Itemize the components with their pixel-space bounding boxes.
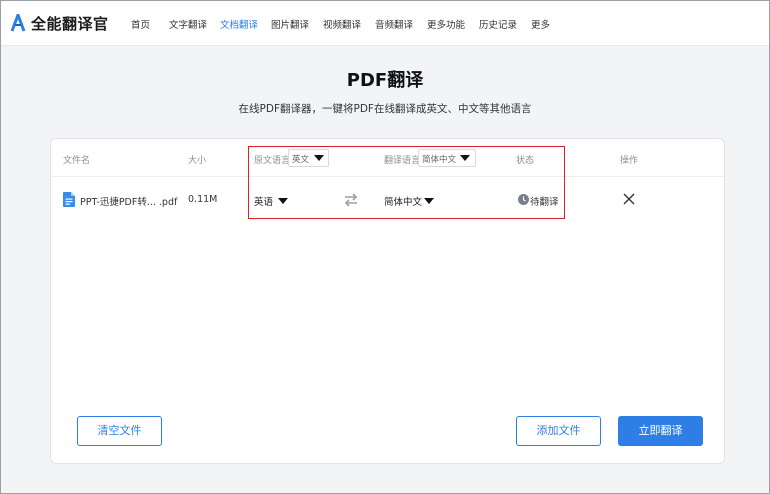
source-language-value: 英语	[254, 197, 274, 208]
file-name: PPT-迅捷PDF转... .pdf	[80, 197, 178, 208]
nav-item-history[interactable]: 历史记录	[479, 17, 517, 31]
target-language-value: 简体中文	[384, 197, 423, 208]
file-size: 0.11M	[188, 194, 218, 205]
header-status: 状态	[516, 156, 535, 166]
status-text: 待翻译	[530, 197, 559, 208]
nav-item-image-translate[interactable]: 图片翻译	[271, 17, 309, 31]
header-source-select-value: 英文	[292, 155, 310, 165]
chevron-down-icon	[460, 155, 470, 161]
nav-item-document-translate[interactable]: 文档翻译	[220, 17, 258, 31]
nav-item-more-features[interactable]: 更多功能	[427, 17, 465, 31]
table-header: 文件名 大小 原文语言 英文 翻译语言 简体中文 状态 操作	[51, 139, 724, 177]
header-source-language: 原文语言	[254, 156, 291, 166]
header-action: 操作	[620, 156, 639, 166]
file-list-card: 文件名 大小 原文语言 英文 翻译语言 简体中文 状态 操作 PPT-迅捷PDF…	[50, 138, 725, 464]
target-language-select[interactable]: 简体中文	[384, 194, 436, 208]
nav-item-more[interactable]: 更多	[531, 17, 550, 31]
close-icon[interactable]	[623, 193, 635, 205]
nav-item-audio-translate[interactable]: 音频翻译	[375, 17, 413, 31]
add-file-button[interactable]: 添加文件	[516, 416, 601, 446]
top-navbar: 全能翻译官 首页 文字翻译 文档翻译 图片翻译 视频翻译 音频翻译 更多功能 历…	[1, 1, 769, 46]
page-title: PDF翻译	[346, 70, 424, 91]
header-target-language: 翻译语言	[384, 156, 421, 166]
clock-icon	[518, 194, 529, 205]
file-pdf-icon	[63, 192, 75, 207]
header-size: 大小	[188, 156, 207, 166]
translate-now-button[interactable]: 立即翻译	[618, 416, 703, 446]
nav-item-text-translate[interactable]: 文字翻译	[169, 17, 207, 31]
page-subtitle: 在线PDF翻译器，一键将PDF在线翻译成英文、中文等其他语言	[238, 103, 532, 115]
header-target-language-select[interactable]: 简体中文	[418, 149, 476, 167]
swap-icon[interactable]	[343, 193, 359, 207]
nav-item-home[interactable]: 首页	[131, 17, 150, 31]
app-logo-text[interactable]: 全能翻译官	[31, 13, 109, 34]
header-file-name: 文件名	[63, 156, 91, 166]
chevron-down-icon	[314, 155, 324, 161]
chevron-down-icon	[278, 198, 288, 204]
table-row: PPT-迅捷PDF转... .pdf 0.11M 英语 简体中文 待翻译	[51, 179, 724, 223]
chevron-down-icon	[424, 198, 434, 204]
logo-icon	[10, 14, 26, 32]
header-target-select-value: 简体中文	[422, 155, 457, 165]
header-source-language-select[interactable]: 英文	[288, 149, 329, 167]
source-language-select[interactable]: 英语	[254, 194, 294, 208]
clear-files-button[interactable]: 清空文件	[77, 416, 162, 446]
nav-item-video-translate[interactable]: 视频翻译	[323, 17, 361, 31]
